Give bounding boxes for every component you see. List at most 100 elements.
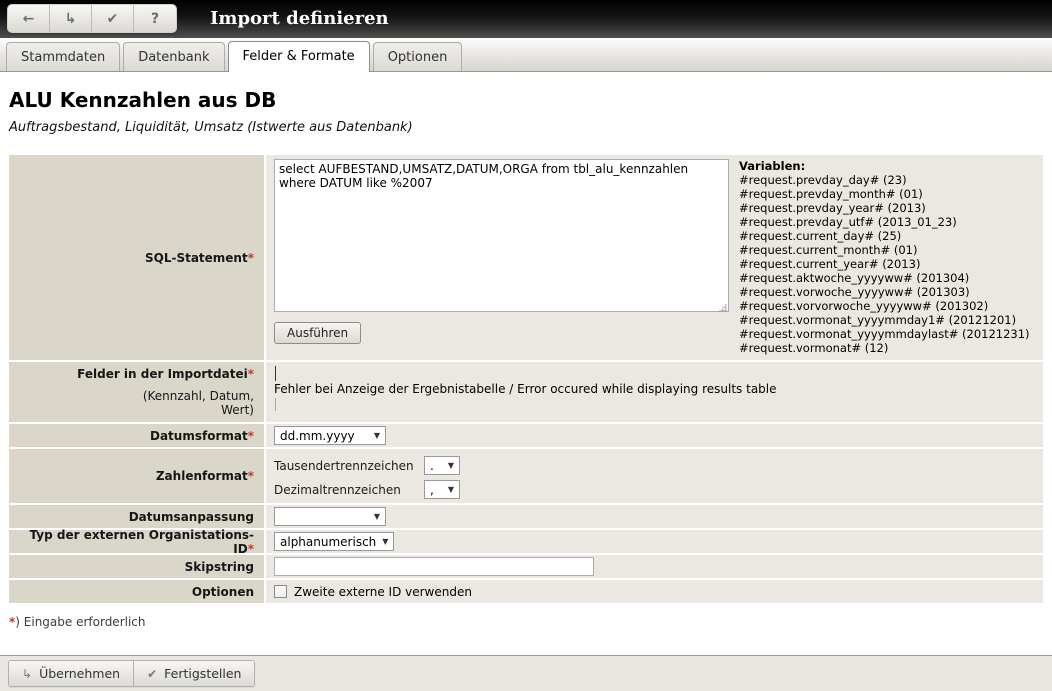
tab-felder-formate[interactable]: Felder & Formate: [228, 41, 370, 72]
variables-panel: Variablen: #request.prevday_day# (23) #r…: [739, 159, 1030, 356]
chevron-down-icon: ▼: [382, 537, 388, 546]
date-adjustment-cell: ▼: [266, 505, 1043, 528]
required-marker: *: [248, 251, 254, 265]
apply-arrow-icon[interactable]: ↳: [50, 5, 92, 32]
variable-item: #request.prevday_month# (01): [739, 187, 1030, 201]
sql-statement-textarea[interactable]: select AUFBESTAND,UMSATZ,DATUM,ORGA from…: [274, 159, 729, 312]
required-footnote: *) Eingabe erforderlich: [9, 615, 1052, 629]
import-fields-label: Felder in der Importdatei* (Kennzahl, Da…: [9, 362, 264, 422]
import-fields-hint-line1: (Kennzahl, Datum,: [143, 389, 254, 403]
number-format-label: Zahlenformat*: [9, 449, 264, 503]
required-marker: *: [248, 469, 254, 483]
variables-title: Variablen:: [739, 159, 1030, 173]
variable-item: #request.vorvorwoche_yyyyww# (201302): [739, 299, 1030, 313]
org-id-type-value: alphanumerisch: [280, 535, 376, 549]
import-fields-label-text: Felder in der Importdatei: [77, 367, 248, 381]
variable-item: #request.current_year# (2013): [739, 257, 1030, 271]
window-title: Import definieren: [210, 0, 389, 37]
sql-statement-cell: select AUFBESTAND,UMSATZ,DATUM,ORGA from…: [266, 155, 1043, 360]
import-fields-input[interactable]: [275, 366, 276, 381]
decimal-separator-label: Dezimaltrennzeichen: [274, 483, 424, 497]
thousands-separator-select[interactable]: . ▼: [424, 456, 460, 475]
variable-item: #request.aktwoche_yyyyww# (201304): [739, 271, 1030, 285]
second-external-id-checkbox-label: Zweite externe ID verwenden: [294, 585, 472, 599]
form-row-options: Optionen Zweite externe ID verwenden: [9, 580, 1043, 603]
tab-bar: Stammdaten Datenbank Felder & Formate Op…: [0, 38, 1052, 72]
results-error-text: Fehler bei Anzeige der Ergebnistabelle /…: [274, 382, 1035, 396]
form-row-org-id-type: Typ der externen Organistations-ID* alph…: [9, 530, 1043, 553]
required-marker: *: [248, 367, 254, 381]
date-format-value: dd.mm.yyyy: [280, 429, 355, 443]
org-id-type-select[interactable]: alphanumerisch ▼: [274, 532, 394, 551]
sql-statement-label-text: SQL-Statement: [145, 251, 248, 265]
variable-item: #request.current_month# (01): [739, 243, 1030, 257]
tab-optionen[interactable]: Optionen: [373, 42, 463, 71]
finish-check-icon: ✔: [147, 667, 157, 681]
date-format-label: Datumsformat*: [9, 424, 264, 447]
app-header: ← ↳ ✔ ? Import definieren: [0, 0, 1052, 38]
date-format-label-text: Datumsformat: [150, 429, 248, 443]
form-row-date-format: Datumsformat* dd.mm.yyyy ▼: [9, 424, 1043, 447]
form-row-date-adjustment: Datumsanpassung ▼: [9, 505, 1043, 528]
apply-arrow-icon: ↳: [22, 667, 32, 681]
options-label: Optionen: [9, 580, 264, 603]
decimal-separator-select[interactable]: , ▼: [424, 480, 460, 499]
thousands-separator-label: Tausendertrennzeichen: [274, 459, 424, 473]
execute-button[interactable]: Ausführen: [274, 322, 361, 344]
date-format-select[interactable]: dd.mm.yyyy ▼: [274, 426, 386, 445]
page-title: ALU Kennzahlen aus DB: [9, 88, 1052, 112]
header-toolbar: ← ↳ ✔ ?: [8, 5, 176, 32]
skipstring-label: Skipstring: [9, 555, 264, 578]
date-format-cell: dd.mm.yyyy ▼: [266, 424, 1043, 447]
variable-item: #request.prevday_day# (23): [739, 173, 1030, 187]
chevron-down-icon: ▼: [448, 461, 454, 470]
variable-item: #request.vormonat_yyyymmday1# (20121201): [739, 313, 1030, 327]
org-id-type-cell: alphanumerisch ▼: [266, 530, 1043, 553]
import-form: SQL-Statement* select AUFBESTAND,UMSATZ,…: [9, 155, 1043, 603]
required-marker: *: [248, 542, 254, 556]
second-external-id-checkbox[interactable]: [274, 585, 287, 598]
decimal-separator-value: ,: [430, 483, 434, 497]
chevron-down-icon: ▼: [374, 431, 380, 440]
variable-item: #request.prevday_year# (2013): [739, 201, 1030, 215]
chevron-down-icon: ▼: [448, 485, 454, 494]
date-adjustment-label: Datumsanpassung: [9, 505, 264, 528]
options-cell: Zweite externe ID verwenden: [266, 580, 1043, 603]
finish-button-label: Fertigstellen: [164, 666, 241, 681]
help-icon[interactable]: ?: [134, 5, 176, 32]
number-format-cell: Tausendertrennzeichen . ▼ Dezimaltrennze…: [266, 449, 1043, 503]
required-footnote-text: ) Eingabe erforderlich: [15, 615, 145, 629]
back-arrow-icon[interactable]: ←: [8, 5, 50, 32]
date-adjustment-select[interactable]: ▼: [274, 507, 386, 526]
footer-bar: ↳ Übernehmen ✔ Fertigstellen: [0, 655, 1052, 691]
confirm-check-icon[interactable]: ✔: [92, 5, 134, 32]
skipstring-label-text: Skipstring: [185, 560, 254, 574]
sql-statement-label: SQL-Statement*: [9, 155, 264, 360]
page-subtitle: Auftragsbestand, Liquidität, Umsatz (Ist…: [9, 120, 1052, 135]
date-adjustment-label-text: Datumsanpassung: [129, 510, 254, 524]
variable-item: #request.vorwoche_yyyyww# (201303): [739, 285, 1030, 299]
form-row-skipstring: Skipstring: [9, 555, 1043, 578]
chevron-down-icon: ▼: [374, 512, 380, 521]
variable-item: #request.current_day# (25): [739, 229, 1030, 243]
tab-datenbank[interactable]: Datenbank: [123, 42, 224, 71]
options-label-text: Optionen: [192, 585, 254, 599]
finish-button[interactable]: ✔ Fertigstellen: [134, 661, 254, 686]
variable-item: #request.vormonat# (12): [739, 341, 1030, 355]
footer-button-group: ↳ Übernehmen ✔ Fertigstellen: [8, 660, 255, 687]
cursor-artifact: [275, 398, 276, 411]
form-row-import-fields: Felder in der Importdatei* (Kennzahl, Da…: [9, 362, 1043, 422]
tab-stammdaten[interactable]: Stammdaten: [6, 42, 120, 71]
thousands-separator-value: .: [430, 459, 434, 473]
number-format-label-text: Zahlenformat: [156, 469, 248, 483]
import-fields-hint-line2: Wert): [143, 403, 254, 417]
required-marker: *: [248, 429, 254, 443]
skipstring-cell: [266, 555, 1043, 578]
variable-item: #request.prevday_utf# (2013_01_23): [739, 215, 1030, 229]
org-id-type-label-text: Typ der externen Organistations-ID: [30, 528, 254, 556]
skipstring-input[interactable]: [274, 557, 594, 576]
apply-button[interactable]: ↳ Übernehmen: [9, 661, 134, 686]
form-row-sql: SQL-Statement* select AUFBESTAND,UMSATZ,…: [9, 155, 1043, 360]
form-row-number-format: Zahlenformat* Tausendertrennzeichen . ▼ …: [9, 449, 1043, 503]
apply-button-label: Übernehmen: [39, 666, 120, 681]
